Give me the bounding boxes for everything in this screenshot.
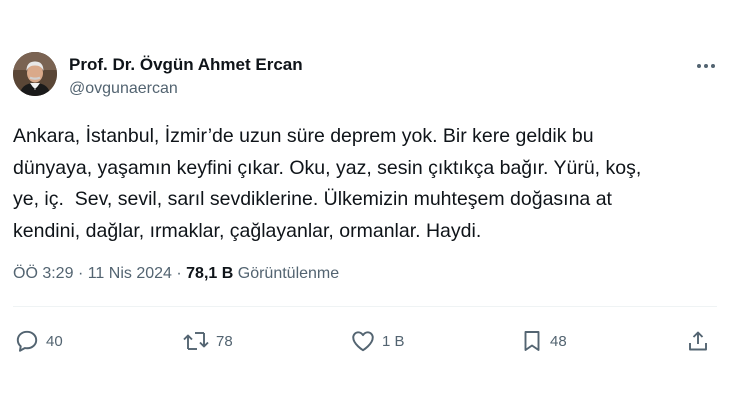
- tweet: Prof. Dr. Övgün Ahmet Ercan @ovgunaercan…: [0, 0, 730, 420]
- avatar[interactable]: [13, 52, 57, 96]
- divider: [13, 306, 717, 307]
- bookmark-icon: [524, 331, 540, 351]
- tweet-time[interactable]: ÖÖ 3:29: [13, 265, 73, 282]
- reply-button[interactable]: 40: [14, 326, 63, 356]
- view-count: 78,1 B: [186, 265, 234, 282]
- reply-icon: [16, 330, 38, 352]
- view-count-label: Görüntülenme: [237, 265, 340, 282]
- heart-icon: [352, 331, 374, 352]
- action-bar: 40 78 1 B 48: [0, 326, 730, 356]
- like-count: 1 B: [382, 332, 405, 350]
- author-handle[interactable]: @ovgunaercan: [69, 80, 178, 98]
- bookmark-button[interactable]: 48: [520, 326, 567, 356]
- share-button[interactable]: [686, 326, 710, 356]
- more-horizontal-icon[interactable]: [694, 56, 718, 76]
- tweet-metadata: ÖÖ 3:29 · 11 Nis 2024 · 78,1 B Görüntüle…: [13, 265, 339, 283]
- retweet-count: 78: [216, 332, 233, 350]
- retweet-button[interactable]: 78: [182, 326, 233, 356]
- bookmark-count: 48: [550, 332, 567, 350]
- author-name[interactable]: Prof. Dr. Övgün Ahmet Ercan: [69, 55, 303, 75]
- meta-separator: ·: [176, 265, 182, 282]
- like-button[interactable]: 1 B: [350, 326, 405, 356]
- meta-separator: ·: [77, 265, 84, 282]
- tweet-text: Ankara, İstanbul, İzmir’de uzun süre dep…: [13, 125, 642, 242]
- reply-count: 40: [46, 332, 63, 350]
- share-icon: [689, 331, 707, 351]
- retweet-icon: [183, 332, 209, 350]
- tweet-date[interactable]: 11 Nis 2024: [88, 265, 172, 282]
